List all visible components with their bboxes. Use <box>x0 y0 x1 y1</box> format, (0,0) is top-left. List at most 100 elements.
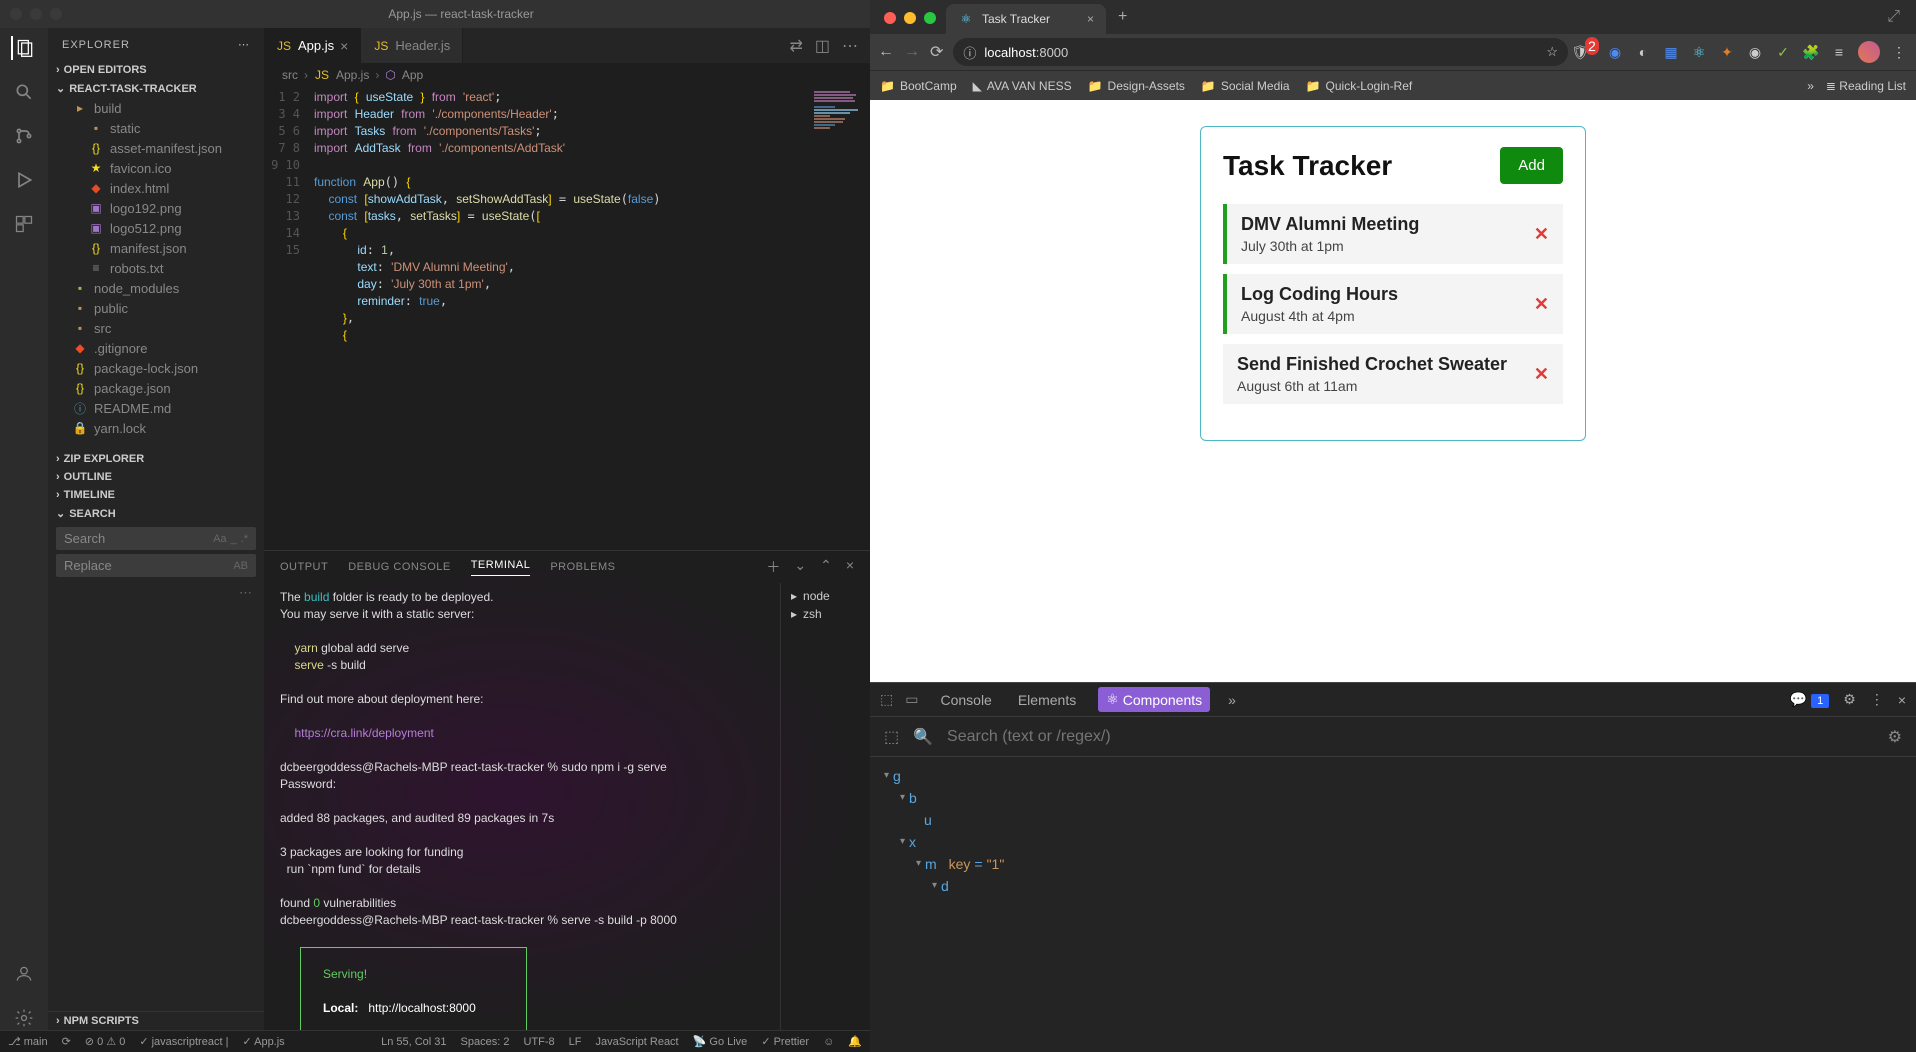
explorer-icon[interactable] <box>11 36 35 60</box>
folder-public[interactable]: ▪public <box>48 298 264 318</box>
ext-icon-4[interactable]: ▦ <box>1662 43 1680 61</box>
bookmark-0[interactable]: 📁 BootCamp <box>880 79 957 93</box>
more-actions-icon[interactable]: ⋯ <box>842 36 858 56</box>
panel-tab-problems[interactable]: PROBLEMS <box>550 561 615 573</box>
file-logo192[interactable]: ▣logo192.png <box>48 198 264 218</box>
code-editor[interactable]: 1 2 3 4 5 6 7 8 9 10 11 12 13 14 15 impo… <box>264 87 870 550</box>
panel-tab-debug[interactable]: DEBUG CONSOLE <box>348 561 450 573</box>
terminal[interactable]: The build folder is ready to be deployed… <box>264 583 780 1030</box>
prettier-status[interactable]: ✓ Prettier <box>761 1035 809 1048</box>
inspect-element-icon[interactable]: ⬚ <box>880 691 893 708</box>
folder-static[interactable]: ▪static <box>48 118 264 138</box>
terminal-node[interactable]: ▸node <box>785 587 866 605</box>
folder-build[interactable]: ▸build <box>48 98 264 118</box>
tab-app-js[interactable]: JSApp.js× <box>264 28 361 63</box>
feedback-icon[interactable]: ☺ <box>823 1036 834 1048</box>
file-package-lock[interactable]: {}package-lock.json <box>48 358 264 378</box>
npm-scripts-section[interactable]: ›NPM SCRIPTS <box>48 1011 264 1030</box>
search-input[interactable]: SearchAa_.* <box>56 527 256 550</box>
file-index-html[interactable]: ◆index.html <box>48 178 264 198</box>
file-gitignore[interactable]: ◆.gitignore <box>48 338 264 358</box>
split-editor-icon[interactable]: ◫ <box>815 36 830 56</box>
ext-icon-7[interactable]: ◉ <box>1746 43 1764 61</box>
language-status[interactable]: JavaScript React <box>595 1036 678 1048</box>
source-control-icon[interactable] <box>12 124 36 148</box>
search-icon[interactable] <box>12 80 36 104</box>
extensions-puzzle-icon[interactable]: 🧩 <box>1802 43 1820 61</box>
ext-icon-2[interactable]: ◉ <box>1606 43 1624 61</box>
extensions-icon[interactable] <box>12 212 36 236</box>
replace-input[interactable]: ReplaceAB <box>56 554 256 577</box>
expand-icon[interactable]: ⤢ <box>1879 0 1908 34</box>
ext-icon-6[interactable]: ✦ <box>1718 43 1736 61</box>
task-item-1[interactable]: Log Coding HoursAugust 4th at 4pm ✕ <box>1223 274 1563 334</box>
account-icon[interactable] <box>12 962 36 986</box>
golive-status[interactable]: 📡 Go Live <box>693 1035 748 1048</box>
brereadcrumb[interactable]: src› JSApp.js› ⬡App <box>264 63 870 87</box>
ext-icon-8[interactable]: ✓ <box>1774 43 1792 61</box>
select-component-icon[interactable]: ⬚ <box>884 727 899 747</box>
reading-list-icon[interactable]: ≡ <box>1830 43 1848 61</box>
bookmarks-overflow-icon[interactable]: » <box>1807 79 1814 93</box>
run-debug-icon[interactable] <box>12 168 36 192</box>
ext-icon-5[interactable]: ⚛ <box>1690 43 1708 61</box>
components-settings-icon[interactable]: ⚙ <box>1888 727 1902 747</box>
eol-status[interactable]: LF <box>569 1036 582 1048</box>
delete-task-icon[interactable]: ✕ <box>1534 364 1549 385</box>
more-tabs-icon[interactable]: » <box>1228 692 1236 708</box>
problems-status[interactable]: ⊘ 0 ⚠ 0 <box>85 1035 126 1048</box>
close-icon[interactable] <box>884 12 896 24</box>
forward-button[interactable]: → <box>904 43 920 61</box>
minimap[interactable] <box>810 87 870 550</box>
window-controls[interactable] <box>10 8 62 20</box>
component-tree[interactable]: ▾g ▾b u ▾x ▾m key="1" ▾d <box>870 757 1916 905</box>
chrome-window-controls[interactable] <box>878 2 942 34</box>
search-more-icon[interactable]: ⋯ <box>48 581 264 605</box>
more-icon[interactable]: ⋯ <box>238 38 250 51</box>
devtools-close-icon[interactable]: × <box>1898 692 1906 708</box>
address-bar[interactable]: ⓘ localhost:8000 ☆ <box>953 38 1568 66</box>
zip-explorer-section[interactable]: ›ZIP EXPLORER <box>48 450 264 468</box>
bookmark-4[interactable]: 📁 Quick-Login-Ref <box>1306 79 1413 93</box>
back-button[interactable]: ← <box>878 43 894 61</box>
zoom-icon[interactable] <box>924 12 936 24</box>
lang-mode[interactable]: ✓ javascriptreact | <box>139 1035 228 1048</box>
encoding-status[interactable]: UTF-8 <box>523 1036 554 1048</box>
add-button[interactable]: Add <box>1500 147 1563 184</box>
terminal-dropdown-icon[interactable]: ⌄ <box>794 557 806 577</box>
new-tab-button[interactable]: + <box>1110 0 1135 34</box>
project-section[interactable]: ⌄REACT-TASK-TRACKER <box>48 79 264 98</box>
devtools-tab-console[interactable]: Console <box>936 686 995 714</box>
code-content[interactable]: import { useState } from 'react'; import… <box>314 87 810 550</box>
delete-task-icon[interactable]: ✕ <box>1534 224 1549 245</box>
devtools-settings-icon[interactable]: ⚙ <box>1843 691 1856 708</box>
bell-icon[interactable]: 🔔 <box>848 1035 862 1048</box>
components-search-input[interactable] <box>947 728 1874 746</box>
maximize-panel-icon[interactable]: ⌃ <box>820 557 832 577</box>
close-panel-icon[interactable]: × <box>846 557 854 577</box>
file-asset-manifest[interactable]: {}asset-manifest.json <box>48 138 264 158</box>
new-terminal-icon[interactable]: ＋ <box>766 557 780 577</box>
file-manifest[interactable]: {}manifest.json <box>48 238 264 258</box>
devtools-tab-components[interactable]: ⚛Components <box>1098 687 1210 712</box>
file-robots[interactable]: ≡robots.txt <box>48 258 264 278</box>
branch-status[interactable]: ⎇ main <box>8 1035 48 1048</box>
reading-list-button[interactable]: ≣ Reading List <box>1826 79 1906 93</box>
tab-header-js[interactable]: JSHeader.js <box>361 28 463 63</box>
site-info-icon[interactable]: ⓘ <box>963 43 976 62</box>
task-item-0[interactable]: DMV Alumni MeetingJuly 30th at 1pm ✕ <box>1223 204 1563 264</box>
close-icon[interactable]: × <box>340 38 348 54</box>
search-section[interactable]: ⌄SEARCH <box>48 504 264 523</box>
device-toggle-icon[interactable]: ▭ <box>905 691 918 708</box>
issues-badge[interactable]: 💬 1 <box>1790 691 1829 708</box>
close-tab-icon[interactable]: × <box>1087 12 1094 26</box>
task-item-2[interactable]: Send Finished Crochet SweaterAugust 6th … <box>1223 344 1563 404</box>
file-package-json[interactable]: {}package.json <box>48 378 264 398</box>
indent-status[interactable]: Spaces: 2 <box>461 1036 510 1048</box>
file-readme[interactable]: ⓘREADME.md <box>48 398 264 418</box>
sync-status[interactable]: ⟳ <box>62 1035 71 1048</box>
close-dot[interactable] <box>10 8 22 20</box>
devtools-tab-elements[interactable]: Elements <box>1014 686 1080 714</box>
zoom-dot[interactable] <box>50 8 62 20</box>
chrome-menu-icon[interactable]: ⋮ <box>1890 43 1908 61</box>
